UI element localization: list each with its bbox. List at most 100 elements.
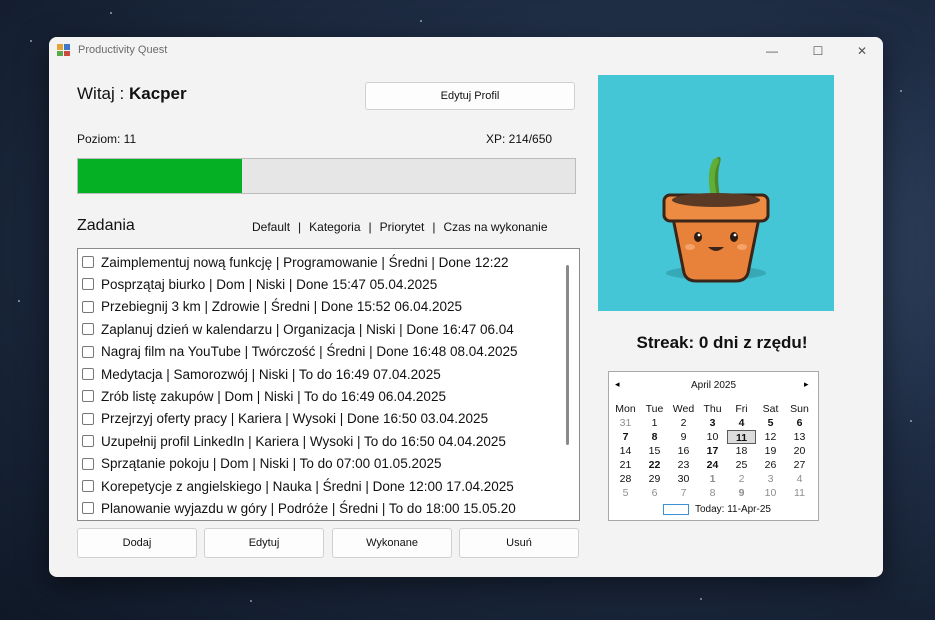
xp-progress-bar [77, 158, 576, 194]
today-label[interactable]: Today: 11-Apr-25 [695, 504, 771, 515]
task-item[interactable]: Przebiegnij 3 km | Zdrowie | Średni | Do… [78, 296, 578, 318]
task-checkbox[interactable] [82, 457, 94, 470]
task-item[interactable]: Korepetycje z angielskiego | Nauka | Śre… [78, 475, 578, 497]
calendar-day[interactable]: 8 [640, 430, 669, 444]
task-item[interactable]: Posprzątaj biurko | Dom | Niski | Done 1… [78, 273, 578, 295]
edit-task-button[interactable]: Edytuj [204, 528, 324, 558]
calendar-day[interactable]: 18 [727, 444, 756, 458]
minimize-button[interactable]: — [749, 37, 795, 65]
calendar-day[interactable]: 5 [756, 416, 785, 430]
task-text: Sprzątanie pokoju | Dom | Niski | To do … [101, 456, 442, 472]
calendar-day[interactable]: 25 [727, 458, 756, 472]
calendar-day[interactable]: 7 [669, 486, 698, 500]
calendar-day[interactable]: 30 [669, 472, 698, 486]
calendar-day[interactable]: 3 [698, 416, 727, 430]
window-title: Productivity Quest [78, 44, 168, 56]
task-checkbox[interactable] [82, 480, 94, 492]
delete-task-button[interactable]: Usuń [459, 528, 579, 558]
calendar-day[interactable]: 12 [756, 430, 785, 444]
task-item[interactable]: Zaimplementuj nową funkcję | Programowan… [78, 251, 578, 273]
add-task-button[interactable]: Dodaj [77, 528, 197, 558]
calendar-day[interactable]: 1 [640, 416, 669, 430]
calendar-day[interactable]: 23 [669, 458, 698, 472]
calendar-day[interactable]: 22 [640, 458, 669, 472]
task-checkbox[interactable] [82, 256, 94, 268]
task-checkbox[interactable] [82, 323, 94, 336]
calendar-day[interactable]: 5 [611, 486, 640, 500]
streak-label: Streak: 0 dni z rzędu! [636, 333, 808, 352]
edit-profile-button[interactable]: Edytuj Profil [365, 82, 575, 110]
task-checkbox[interactable] [82, 412, 94, 425]
calendar-day[interactable]: 20 [785, 444, 814, 458]
task-text: Posprzątaj biurko | Dom | Niski | Done 1… [101, 276, 438, 292]
task-text: Zrób listę zakupów | Dom | Niski | To do… [101, 388, 446, 404]
task-item[interactable]: Uzupełnij profil LinkedIn | Kariera | Wy… [78, 430, 578, 452]
calendar-weekday-label: Mon [615, 403, 636, 415]
task-item[interactable]: Sprzątanie pokoju | Dom | Niski | To do … [78, 453, 578, 475]
calendar-day[interactable]: 6 [640, 486, 669, 500]
calendar-weekday-label: Sun [790, 403, 809, 415]
calendar-day[interactable]: 28 [611, 472, 640, 486]
calendar-weekday-label: Tue [645, 403, 664, 415]
task-item[interactable]: Przejrzyj oferty pracy | Kariera | Wysok… [78, 408, 578, 430]
calendar-day[interactable]: 4 [727, 416, 756, 430]
calendar-day[interactable]: 27 [785, 458, 814, 472]
calendar-day[interactable]: 15 [640, 444, 669, 458]
xp-label: XP: 214/650 [486, 132, 553, 146]
calendar-day[interactable]: 7 [611, 430, 640, 444]
calendar-today-footer[interactable]: Today: 11-Apr-25 [663, 504, 771, 515]
task-checkbox[interactable] [82, 300, 94, 313]
calendar-day[interactable]: 14 [611, 444, 640, 458]
sort-default-link[interactable]: Default [252, 220, 290, 234]
calendar-month-label[interactable]: April 2025 [609, 380, 818, 391]
calendar-day[interactable]: 9 [669, 430, 698, 444]
calendar-day[interactable]: 26 [756, 458, 785, 472]
complete-task-button[interactable]: Wykonane [332, 528, 452, 558]
close-button[interactable]: ✕ [839, 37, 883, 65]
maximize-button[interactable]: ☐ [795, 37, 841, 65]
task-checkbox[interactable] [82, 368, 94, 380]
calendar-day[interactable]: 19 [756, 444, 785, 458]
task-item[interactable]: Planowanie wyjazdu w góry | Podróże | Śr… [78, 497, 578, 519]
task-item[interactable]: Medytacja | Samorozwój | Niski | To do 1… [78, 363, 578, 385]
calendar-day[interactable]: 11 [727, 430, 756, 444]
calendar-day[interactable]: 29 [640, 472, 669, 486]
calendar-day[interactable]: 13 [785, 430, 814, 444]
calendar-day[interactable]: 6 [785, 416, 814, 430]
calendar-day[interactable]: 10 [756, 486, 785, 500]
calendar-day[interactable]: 10 [698, 430, 727, 444]
task-checkbox[interactable] [82, 345, 94, 358]
month-calendar[interactable]: ◂ April 2025 ▸ Today: 11-Apr-25 Mon Tue We… [608, 371, 819, 521]
calendar-next-arrow-icon[interactable]: ▸ [804, 379, 809, 390]
task-checkbox[interactable] [82, 435, 94, 448]
calendar-day[interactable]: 31 [611, 416, 640, 430]
calendar-day[interactable]: 16 [669, 444, 698, 458]
sort-priority-link[interactable]: Priorytet [380, 220, 425, 234]
sort-category-link[interactable]: Kategoria [309, 220, 360, 234]
calendar-day[interactable]: 2 [669, 416, 698, 430]
sort-options: Default | Kategoria | Priorytet | Czas n… [252, 220, 548, 234]
calendar-day[interactable]: 17 [698, 444, 727, 458]
task-text: Korepetycje z angielskiego | Nauka | Śre… [101, 478, 514, 494]
task-checkbox[interactable] [82, 502, 94, 515]
task-checkbox[interactable] [82, 390, 94, 403]
calendar-day[interactable]: 8 [698, 486, 727, 500]
calendar-day[interactable]: 11 [785, 486, 814, 500]
task-text: Zaplanuj dzień w kalendarzu | Organizacj… [101, 321, 514, 337]
calendar-day[interactable]: 4 [785, 472, 814, 486]
sort-deadline-link[interactable]: Czas na wykonanie [443, 220, 547, 234]
task-list[interactable]: Zaimplementuj nową funkcję | Programowan… [77, 248, 580, 521]
calendar-day[interactable]: 21 [611, 458, 640, 472]
calendar-day[interactable]: 3 [756, 472, 785, 486]
task-item[interactable]: Zaplanuj dzień w kalendarzu | Organizacj… [78, 318, 578, 340]
calendar-day[interactable]: 1 [698, 472, 727, 486]
level-label: Poziom: 11 [77, 132, 137, 146]
calendar-day[interactable]: 24 [698, 458, 727, 472]
task-checkbox[interactable] [82, 278, 94, 291]
task-item[interactable]: Zrób listę zakupów | Dom | Niski | To do… [78, 385, 578, 407]
calendar-day[interactable]: 9 [727, 486, 756, 500]
user-name: Kacper [128, 84, 187, 103]
calendar-day[interactable]: 2 [727, 472, 756, 486]
title-bar[interactable]: Productivity Quest — ☐ ✕ [49, 37, 883, 65]
task-item[interactable]: Nagraj film na YouTube | Twórczość | Śre… [78, 341, 578, 363]
